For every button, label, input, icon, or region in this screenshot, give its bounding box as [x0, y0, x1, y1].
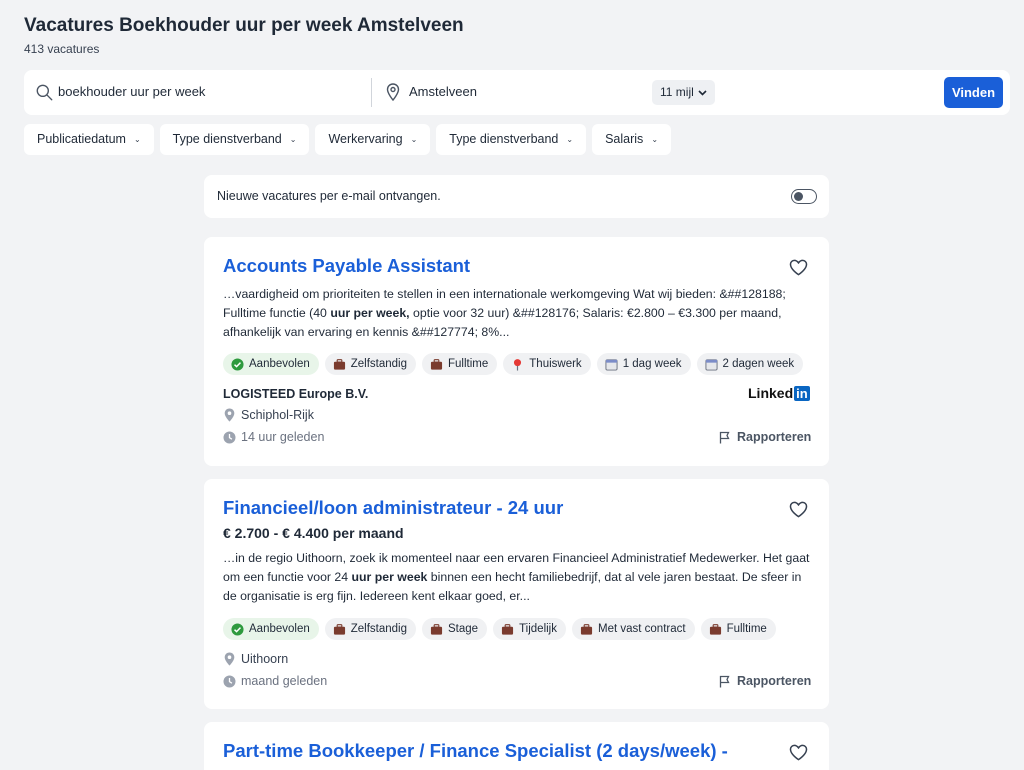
chevron-down-icon: [698, 89, 707, 96]
filter-employment-type[interactable]: Type dienstverband ⌄: [159, 124, 310, 155]
filter-salary[interactable]: Salaris ⌄: [592, 124, 672, 155]
company-name: LOGISTEED Europe B.V.: [223, 387, 369, 401]
tag-item: Fulltime: [422, 353, 498, 375]
flag-icon: [719, 675, 730, 687]
search-bar: boekhouder uur per week Amstelveen 11 mi…: [24, 70, 1010, 115]
tag-item: Met vast contract: [572, 618, 695, 640]
radius-dropdown[interactable]: 11 mijl: [652, 80, 715, 105]
pushpin-icon: [514, 358, 522, 371]
briefcase-icon: [580, 623, 593, 635]
job-snippet: …vaardigheid om prioriteiten te stellen …: [223, 285, 813, 342]
job-posted-time: maand geleden: [223, 674, 327, 688]
find-button[interactable]: Vinden: [944, 77, 1003, 108]
filter-work-experience[interactable]: Werkervaring ⌄: [315, 124, 431, 155]
filter-publication-date[interactable]: Publicatiedatum ⌄: [24, 124, 154, 155]
email-alert-text: Nieuwe vacatures per e-mail ontvangen.: [217, 189, 441, 203]
tag-item: Tijdelijk: [493, 618, 566, 640]
chevron-down-icon: ⌄: [566, 135, 574, 144]
tag-item: Thuiswerk: [503, 353, 591, 375]
radius-value: 11 mijl: [660, 85, 694, 99]
tag-item: 1 dag week: [596, 353, 691, 375]
divider: [371, 78, 372, 107]
location-pin-icon: [224, 652, 235, 666]
heart-icon[interactable]: [789, 501, 808, 518]
location-pin-icon: [386, 83, 400, 101]
snippet-line: Fulltime functie (40 uur per week, optie…: [223, 306, 782, 320]
job-title[interactable]: Financieel/loon administrateur - 24 uur: [223, 497, 563, 519]
filter-label: Type dienstverband: [449, 132, 559, 146]
filter-label: Salaris: [605, 132, 644, 146]
filter-bar: Publicatiedatum ⌄ Type dienstverband ⌄ Wer…: [24, 124, 672, 155]
job-title[interactable]: Accounts Payable Assistant: [223, 255, 470, 277]
job-card[interactable]: Part-time Bookkeeper / Finance Specialis…: [204, 722, 829, 770]
job-salary: € 2.700 - € 4.400 per maand: [223, 525, 404, 541]
job-title[interactable]: Part-time Bookkeeper / Finance Specialis…: [223, 740, 728, 762]
tag-item: Stage: [422, 618, 488, 640]
job-card[interactable]: Financieel/loon administrateur - 24 uur …: [204, 479, 829, 709]
briefcase-icon: [430, 358, 443, 370]
report-button[interactable]: Rapporteren: [719, 430, 811, 444]
job-location: Schiphol-Rijk: [223, 408, 314, 422]
tag-item: 2 dagen week: [696, 353, 804, 375]
search-icon: [36, 84, 53, 101]
chevron-down-icon: ⌄: [133, 135, 141, 144]
job-tags: Aanbevolen Zelfstandig Stage Tijdelijk M…: [223, 618, 776, 640]
briefcase-icon: [502, 623, 514, 635]
filter-label: Werkervaring: [328, 132, 403, 146]
snippet-line: de organisatie is erg fijn. Iedereen ken…: [223, 589, 530, 603]
email-alert-toggle[interactable]: [791, 189, 817, 204]
snippet-line: …vaardigheid om prioriteiten te stellen …: [223, 287, 786, 301]
clock-icon: [223, 675, 236, 687]
heart-icon[interactable]: [789, 259, 808, 276]
job-tags: Aanbevolen Zelfstandig Fulltime Thuiswer…: [223, 353, 804, 375]
location-pin-icon: [224, 408, 235, 422]
chevron-down-icon: ⌄: [289, 135, 297, 144]
job-snippet: …in de regio Uithoorn, zoek ik momenteel…: [223, 549, 813, 606]
search-input[interactable]: boekhouder uur per week: [58, 84, 205, 99]
chevron-down-icon: ⌄: [651, 135, 659, 144]
check-circle-icon: [231, 357, 244, 371]
chevron-down-icon: ⌄: [410, 135, 418, 144]
check-circle-icon: [231, 622, 244, 636]
job-location: Uithoorn: [223, 652, 288, 666]
tag-item: Zelfstandig: [324, 353, 417, 375]
snippet-line: om een functie voor 24 uur per week binn…: [223, 570, 802, 584]
snippet-line: afhankelijk van ervaring en kennis &##12…: [223, 325, 510, 339]
clock-icon: [223, 431, 236, 443]
briefcase-icon: [430, 623, 443, 635]
toggle-knob: [794, 191, 803, 201]
flag-icon: [719, 431, 730, 443]
email-alert-box: Nieuwe vacatures per e-mail ontvangen.: [204, 175, 829, 218]
heart-icon[interactable]: [789, 744, 808, 761]
tag-item: Fulltime: [700, 618, 776, 640]
briefcase-icon: [709, 623, 721, 635]
filter-label: Publicatiedatum: [37, 132, 126, 146]
job-posted-time: 14 uur geleden: [223, 430, 324, 444]
briefcase-icon: [333, 358, 345, 370]
filter-label: Type dienstverband: [172, 132, 282, 146]
linkedin-logo: Linked in: [748, 385, 810, 401]
filter-employment-type-2[interactable]: Type dienstverband ⌄: [436, 124, 587, 155]
tag-recommended: Aanbevolen: [223, 353, 319, 375]
tag-item: Zelfstandig: [324, 618, 417, 640]
job-card[interactable]: Accounts Payable Assistant …vaardigheid …: [204, 237, 829, 466]
snippet-line: …in de regio Uithoorn, zoek ik momenteel…: [223, 551, 810, 565]
briefcase-icon: [333, 623, 345, 635]
results-count: 413 vacatures: [24, 42, 100, 56]
report-button[interactable]: Rapporteren: [719, 674, 811, 688]
calendar-icon: [704, 358, 718, 371]
page-title: Vacatures Boekhouder uur per week Amstel…: [24, 15, 464, 36]
calendar-icon: [605, 358, 618, 371]
tag-recommended: Aanbevolen: [223, 618, 319, 640]
location-input[interactable]: Amstelveen: [409, 84, 477, 99]
